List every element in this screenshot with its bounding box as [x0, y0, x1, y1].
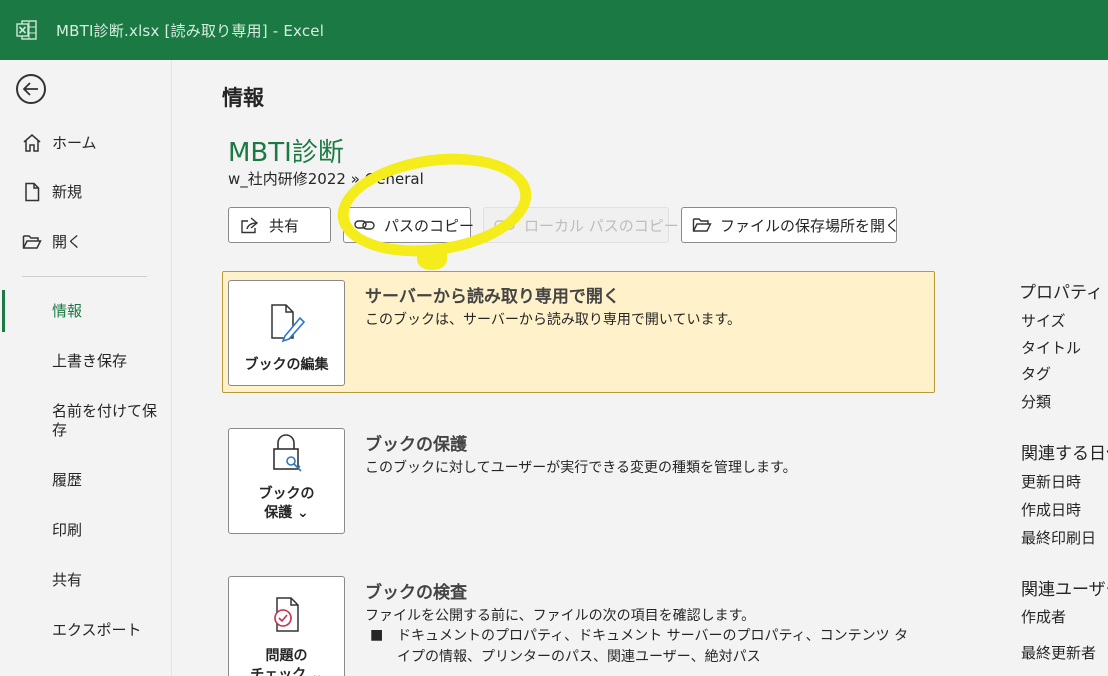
copy-local-path-label: ローカル パスのコピー — [524, 216, 679, 235]
protect-workbook-label-1: ブックの — [258, 486, 315, 502]
document-path: w_社内研修2022 » General — [228, 170, 424, 188]
bullet-marker: ■ — [370, 627, 384, 643]
inspect-heading: ブックの検査 — [365, 583, 467, 603]
folder-open-icon — [692, 215, 712, 235]
excel-icon — [16, 19, 38, 41]
link-icon — [494, 215, 516, 235]
property-category: 分類 — [1021, 393, 1052, 411]
window-title: MBTI診断.xlsx [読み取り専用] - Excel — [56, 21, 325, 40]
home-icon — [22, 133, 42, 153]
sidebar-item-info[interactable]: 情報 — [52, 302, 162, 321]
document-title: MBTI診断 — [228, 138, 344, 168]
new-document-icon — [22, 182, 42, 202]
sidebar-item-new[interactable]: 新規 — [22, 181, 82, 202]
property-created: 作成日時 — [1021, 501, 1082, 519]
inspect-description: ファイルを公開する前に、ファイルの次の項目を確認します。 — [365, 608, 756, 624]
related-people-heading: 関連ユーザー — [1021, 580, 1108, 600]
sidebar-item-share[interactable]: 共有 — [52, 571, 162, 590]
property-modified: 更新日時 — [1021, 473, 1082, 491]
sidebar-item-label: ホーム — [52, 134, 97, 152]
properties-heading[interactable]: プロパティ ⌄ — [1019, 278, 1108, 303]
edit-document-icon — [267, 302, 307, 348]
property-size: サイズ — [1021, 312, 1066, 330]
sidebar-divider — [22, 276, 147, 277]
sidebar-item-save[interactable]: 上書き保存 — [52, 352, 162, 371]
share-button-label: 共有 — [269, 216, 300, 235]
copy-path-button[interactable]: パスのコピー — [343, 207, 475, 243]
inspect-bullet-text: ドキュメントのプロパティ、ドキュメント サーバーのプロパティ、コンテンツ タイプ… — [397, 628, 909, 665]
backstage-sidebar: ホーム 新規 開く 情報 上書き保存 名前を付けて保存 履歴 印刷 共有 エクス… — [0, 60, 172, 676]
copy-path-label: パスのコピー — [384, 216, 475, 235]
check-issues-label-2: チェック ⌄ — [250, 667, 323, 676]
share-icon — [239, 215, 261, 235]
check-issues-button[interactable]: 問題の チェック ⌄ — [228, 576, 345, 676]
protect-description: このブックに対してユーザーが実行できる変更の種類を管理します。 — [365, 460, 797, 476]
inspect-document-icon — [269, 595, 305, 639]
related-dates-heading: 関連する日付 — [1021, 444, 1108, 464]
sidebar-item-label: 新規 — [52, 183, 83, 201]
property-tags: タグ — [1021, 365, 1052, 383]
folder-open-icon — [22, 232, 42, 252]
property-last-printed: 最終印刷日 — [1021, 529, 1097, 547]
sidebar-item-home[interactable]: ホーム — [22, 132, 97, 153]
title-bar: MBTI診断.xlsx [読み取り専用] - Excel — [0, 0, 1108, 60]
back-arrow-icon[interactable] — [16, 74, 46, 104]
protect-heading: ブックの保護 — [365, 435, 467, 455]
open-file-location-button[interactable]: ファイルの保存場所を開く — [681, 207, 901, 243]
property-author: 作成者 — [1021, 608, 1067, 626]
edit-workbook-label: ブックの編集 — [244, 357, 329, 373]
read-only-heading: サーバーから読み取り専用で開く — [365, 287, 620, 307]
lock-icon — [269, 433, 305, 477]
read-only-description: このブックは、サーバーから読み取り専用で開いています。 — [365, 312, 742, 328]
highlight-annotation — [330, 141, 539, 269]
sidebar-item-export[interactable]: エクスポート — [52, 621, 162, 640]
open-file-location-label: ファイルの保存場所を開く — [720, 216, 901, 235]
edit-workbook-button[interactable]: ブックの編集 — [228, 280, 345, 386]
sidebar-item-history[interactable]: 履歴 — [52, 471, 162, 490]
active-indicator — [2, 290, 5, 332]
link-icon — [354, 215, 376, 235]
protect-workbook-label-2: 保護 ⌄ — [264, 505, 309, 521]
property-title: タイトル — [1021, 339, 1082, 357]
sidebar-item-save-as[interactable]: 名前を付けて保存 — [52, 402, 162, 440]
check-issues-label-1: 問題の — [265, 648, 308, 664]
highlight-annotation-tail — [417, 250, 447, 270]
copy-local-path-button[interactable]: ローカル パスのコピー — [483, 207, 679, 243]
property-last-modified-by: 最終更新者 — [1021, 644, 1097, 662]
sidebar-item-label: 開く — [52, 233, 83, 251]
sidebar-item-open[interactable]: 開く — [22, 231, 82, 252]
protect-workbook-button[interactable]: ブックの 保護 ⌄ — [228, 428, 345, 534]
share-button[interactable]: 共有 — [228, 207, 331, 243]
info-pane: 情報 MBTI診断 w_社内研修2022 » General 共有 パスのコピー… — [172, 60, 1108, 676]
page-title: 情報 — [222, 86, 264, 110]
sidebar-item-print[interactable]: 印刷 — [52, 521, 162, 540]
